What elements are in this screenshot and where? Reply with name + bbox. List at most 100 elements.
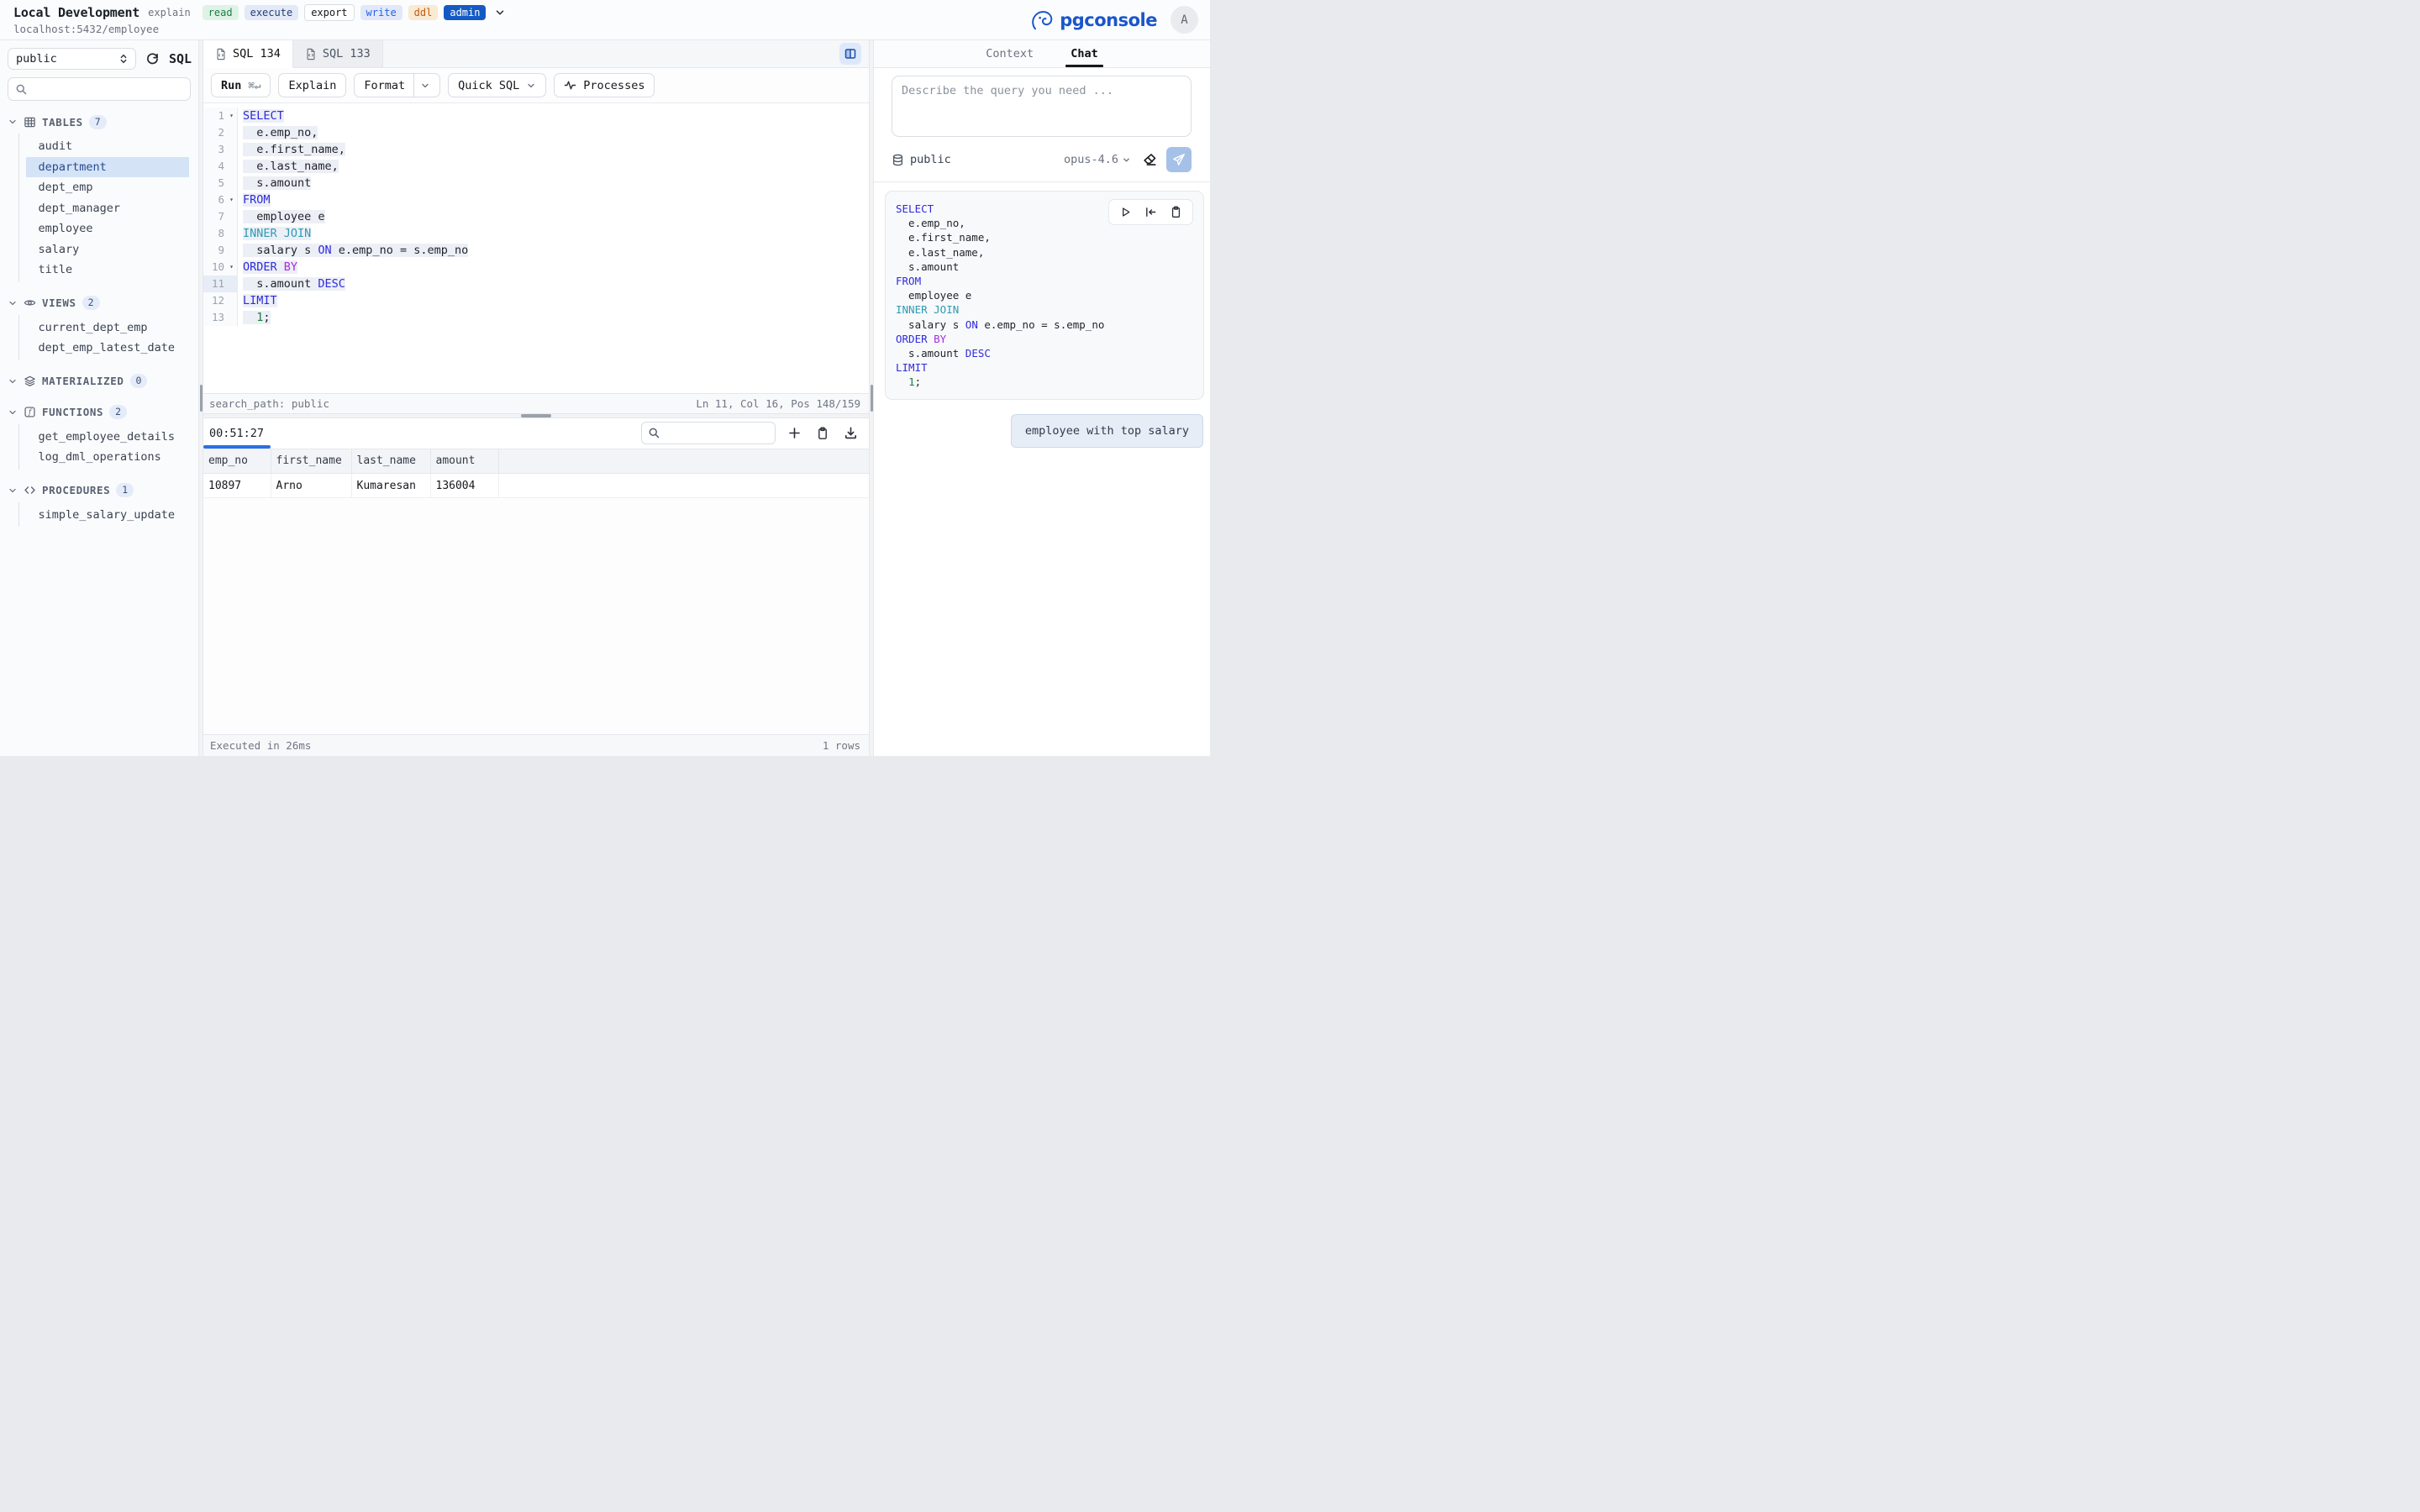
tree-item-log_dml_operations[interactable]: log_dml_operations (26, 447, 189, 468)
model-chevron-down-icon (1122, 155, 1131, 165)
copy-results-clipboard-icon[interactable] (816, 427, 829, 440)
sql-editor[interactable]: 1▾SELECT2 e.emp_no,3 e.first_name,4 e.la… (203, 103, 869, 393)
tree-section-count-badge: 1 (116, 483, 134, 497)
avatar[interactable]: A (1171, 6, 1198, 34)
code-token: ORDER (896, 333, 934, 345)
fold-arrow-icon[interactable]: ▾ (226, 108, 237, 124)
line-gutter: 7 (203, 208, 238, 225)
tree-item-title[interactable]: title (26, 260, 189, 281)
tree-item-dept_manager[interactable]: dept_manager (26, 198, 189, 219)
line-gutter: 6▾ (203, 192, 238, 208)
permission-badge-export[interactable]: export (304, 4, 354, 21)
tree-item-list: get_employee_detailslog_dml_operations (18, 424, 191, 470)
format-chevron-down-icon[interactable] (420, 81, 430, 91)
results-timer-tab[interactable]: 00:51:27 (203, 418, 271, 449)
column-header-emp_no[interactable]: emp_no (203, 449, 271, 474)
tree-item-salary[interactable]: salary (26, 239, 189, 260)
permission-badge-explain[interactable]: explain (146, 5, 197, 20)
quick-sql-button[interactable]: Quick SQL (448, 73, 546, 97)
permission-badge-ddl[interactable]: ddl (408, 5, 439, 20)
fold-arrow-icon (226, 175, 237, 192)
schema-tree: TABLES7 auditdepartmentdept_empdept_manag… (8, 112, 191, 527)
add-row-plus-icon[interactable] (787, 426, 802, 440)
tree-item-dept_emp_latest_date[interactable]: dept_emp_latest_date (26, 338, 189, 359)
tree-item-get_employee_details[interactable]: get_employee_details (26, 427, 189, 448)
chat-panel-tabs: Context Chat (874, 40, 1210, 68)
editor-results-divider-handle[interactable] (521, 414, 551, 417)
copy-snippet-clipboard-icon[interactable] (1170, 206, 1182, 218)
fold-arrow-icon[interactable]: ▾ (226, 259, 237, 276)
clear-chat-eraser-icon[interactable] (1142, 152, 1157, 167)
permission-badge-admin[interactable]: admin (444, 5, 486, 20)
editor-tab-sql-133[interactable]: SQL 133 (293, 40, 383, 67)
split-panel-icon[interactable] (839, 43, 861, 65)
cell-first_name[interactable]: Arno (271, 474, 351, 498)
chat-input[interactable] (892, 76, 1192, 137)
sidebar-search (8, 77, 191, 101)
download-results-icon[interactable] (844, 426, 858, 440)
tab-chat[interactable]: Chat (1069, 40, 1100, 67)
column-header-amount[interactable]: amount (430, 449, 498, 474)
chevron-up-down-icon (118, 53, 129, 65)
sidebar-main-divider-handle[interactable] (200, 385, 203, 412)
tree-item-current_dept_emp[interactable]: current_dept_emp (26, 318, 189, 339)
permission-badge-read[interactable]: read (203, 5, 239, 20)
tree-section-count-badge: 7 (89, 115, 107, 129)
results-actions (787, 426, 861, 440)
line-gutter: 10▾ (203, 259, 238, 276)
model-selector[interactable]: opus-4.6 (1064, 153, 1131, 166)
editor-results-divider (203, 413, 869, 418)
refresh-icon[interactable] (145, 52, 160, 66)
line-number: 12 (212, 292, 226, 309)
explain-button[interactable]: Explain (278, 73, 346, 97)
permission-badge-execute[interactable]: execute (245, 5, 299, 20)
cell-amount[interactable]: 136004 (430, 474, 498, 498)
sidebar-search-input[interactable] (33, 82, 183, 97)
tree-item-simple_salary_update[interactable]: simple_salary_update (26, 505, 189, 526)
code-line-13: 13 1; (203, 309, 869, 326)
column-header-first_name[interactable]: first_name (271, 449, 351, 474)
table-row[interactable]: 10897ArnoKumaresan136004 (203, 474, 869, 498)
cell-last_name[interactable]: Kumaresan (351, 474, 430, 498)
connection-chevron-down-icon[interactable] (494, 7, 506, 18)
connection-title: Local Development (13, 5, 139, 20)
main-chat-divider-handle[interactable] (871, 385, 873, 412)
assistant-sql-code: SELECT e.emp_no, e.first_name, e.last_na… (896, 202, 1193, 389)
run-snippet-play-icon[interactable] (1119, 206, 1132, 218)
code-token: FROM (243, 193, 271, 207)
editor-tab-label: SQL 134 (233, 47, 281, 60)
run-button[interactable]: Run ⌘↵ (211, 73, 271, 97)
editor-tab-sql-134[interactable]: SQL 134 (203, 40, 293, 68)
line-number: 2 (218, 124, 226, 141)
tree-item-department[interactable]: department (26, 157, 189, 178)
schema-select[interactable]: public (8, 48, 136, 70)
explain-label: Explain (288, 79, 336, 92)
tree-section-header-views[interactable]: VIEWS2 (8, 293, 191, 313)
code-token: employee e (896, 289, 971, 302)
results-search-input[interactable] (666, 426, 769, 440)
tree-section-header-functions[interactable]: fFUNCTIONS2 (8, 402, 191, 423)
fold-arrow-icon[interactable]: ▾ (226, 192, 237, 208)
processes-button[interactable]: Processes (554, 73, 655, 97)
format-button[interactable]: Format (354, 73, 440, 97)
column-header-last_name[interactable]: last_name (351, 449, 430, 474)
send-button[interactable] (1166, 147, 1192, 172)
tree-section-views: VIEWS2 current_dept_empdept_emp_latest_da… (8, 293, 191, 360)
code-token: ; (263, 311, 270, 324)
tree-item-dept_emp[interactable]: dept_emp (26, 177, 189, 198)
tree-item-employee[interactable]: employee (26, 218, 189, 239)
tree-item-audit[interactable]: audit (26, 136, 189, 157)
tree-section-header-tables[interactable]: TABLES7 (8, 112, 191, 132)
status-cursor-position: Ln 11, Col 16, Pos 148/159 (696, 397, 860, 410)
cell-emp_no[interactable]: 10897 (203, 474, 271, 498)
fold-arrow-icon (226, 292, 237, 309)
fold-arrow-icon (226, 141, 237, 158)
permission-badge-write[interactable]: write (360, 5, 402, 20)
tree-section-header-materialized[interactable]: MATERIALIZED0 (8, 371, 191, 391)
code-token: e.last_name, (896, 246, 984, 259)
tab-context[interactable]: Context (984, 40, 1035, 67)
tree-section-header-procedures[interactable]: PROCEDURES1 (8, 480, 191, 501)
insert-into-editor-icon[interactable] (1144, 206, 1157, 218)
sql-view-toggle[interactable]: SQL (169, 51, 192, 66)
code-token: ON (965, 318, 978, 331)
